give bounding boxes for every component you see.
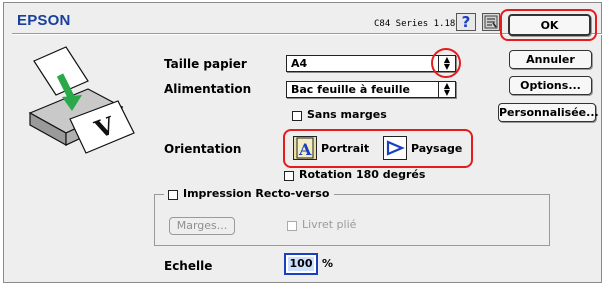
help-icon[interactable]: ? xyxy=(456,13,476,31)
ok-button[interactable]: OK xyxy=(508,14,591,36)
paper-feed-select[interactable]: Bac feuille à feuille ▲ ▼ xyxy=(286,81,456,98)
utility-glyph xyxy=(484,15,498,29)
borderless-label: Sans marges xyxy=(307,108,387,121)
landscape-label[interactable]: Paysage xyxy=(411,142,462,155)
print-setup-dialog: EPSON C84 Series 1.18F ? V OK Annuler Op… xyxy=(3,2,602,283)
brand-logo: EPSON xyxy=(17,12,71,29)
margins-button[interactable]: Marges... xyxy=(169,217,235,235)
scale-value: 100 xyxy=(288,257,314,271)
portrait-glyph: A xyxy=(296,137,314,159)
select-arrows-icon: ▲ ▼ xyxy=(438,82,455,97)
paper-size-value: A4 xyxy=(291,57,308,70)
landscape-glyph xyxy=(386,140,405,156)
custom-settings-button[interactable]: Personnalisée... xyxy=(498,103,599,122)
paper-feed-label: Alimentation xyxy=(164,82,252,96)
scale-input[interactable]: 100 xyxy=(284,253,318,275)
svg-text:A: A xyxy=(298,140,312,159)
driver-version: C84 Series 1.18F xyxy=(374,19,461,29)
portrait-icon[interactable]: A xyxy=(293,136,317,160)
paper-size-label: Taille papier xyxy=(164,57,247,71)
scale-unit: % xyxy=(322,257,334,270)
paper-feed-value: Bac feuille à feuille xyxy=(291,83,410,96)
duplex-title: Impression Recto-verso xyxy=(183,187,330,200)
printer-with-paper-icon: V xyxy=(26,41,136,161)
landscape-icon[interactable] xyxy=(383,136,407,160)
orientation-label: Orientation xyxy=(164,142,242,156)
printer-illustration: V xyxy=(28,46,135,154)
duplex-checkbox-box[interactable] xyxy=(168,190,178,200)
printer-utility-icon[interactable] xyxy=(482,13,500,31)
booklet-label: Livret plié xyxy=(302,218,357,231)
borderless-checkbox[interactable] xyxy=(292,111,302,121)
rotate-label: Rotation 180 degrés xyxy=(299,168,426,181)
paper-size-arrow-highlight xyxy=(431,48,461,78)
rotate-checkbox[interactable] xyxy=(284,171,294,181)
booklet-checkbox[interactable] xyxy=(287,221,297,231)
cancel-button[interactable]: Annuler xyxy=(509,50,592,69)
scale-label: Echelle xyxy=(164,259,213,273)
options-button[interactable]: Options... xyxy=(509,76,592,95)
portrait-label[interactable]: Portrait xyxy=(321,142,369,155)
